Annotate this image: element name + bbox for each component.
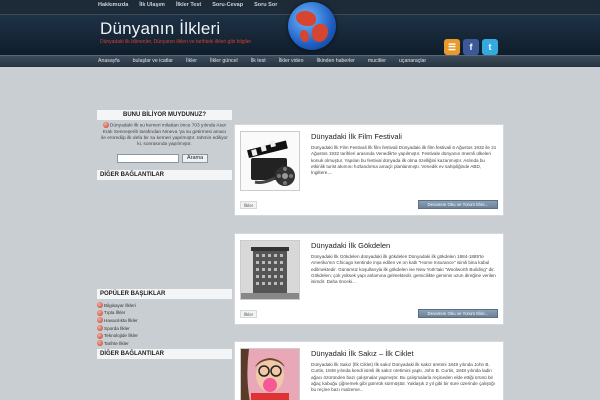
social-icons: ☰ f t [444, 39, 498, 55]
nav-item-video[interactable]: İlkler video [279, 58, 304, 64]
bullet-icon [97, 325, 103, 332]
category-link[interactable]: İlkler [240, 201, 257, 209]
bullet-icon [97, 340, 103, 347]
topnav-item-test[interactable]: İlkler Test [176, 2, 201, 8]
nav-item-news[interactable]: İlkinden haberler [316, 58, 354, 64]
nav-item-aircraft[interactable]: uçanaraçlar [399, 58, 426, 64]
twitter-icon[interactable]: t [482, 39, 498, 55]
quiz-title: BUNU BİLİYOR MUYDUNUZ? [97, 110, 232, 120]
site-tagline: Dünyadaki ilk bilinenler, Dünyanın ilkle… [100, 39, 252, 45]
search-form: Arama [97, 150, 232, 167]
popular-title: POPÜLER BAŞLIKLAR [97, 289, 232, 300]
top-navigation: Hakkımızda İlk Ulaşım İlkler Test Soru-C… [98, 2, 277, 8]
nav-item-firsts[interactable]: İlkler [186, 58, 197, 64]
site-title[interactable]: Dünyanın İlkleri [100, 19, 220, 39]
popular-list: Bilgisayar İlkleri Tıpta İlkler Havacılı… [97, 299, 232, 349]
other-links-title: DİĞER BAĞLANTILAR [97, 170, 232, 181]
nav-item-test[interactable]: İlk test [251, 58, 266, 64]
read-more-button[interactable]: Devamını Oku ve Yorum Ekle... [418, 200, 498, 209]
quiz-text: Dünyadaki ilk su kemeri milattan önce 70… [101, 122, 228, 148]
gum-photo[interactable] [240, 348, 300, 400]
nav-item-home[interactable]: Anasayfa [98, 58, 120, 64]
bullet-icon [97, 309, 103, 316]
list-item[interactable]: Havacılıkta İlkler [97, 317, 232, 325]
post-excerpt: Dünyadaki İlk Gökdelen dünyadaki ilk gök… [311, 254, 496, 285]
globe-logo-icon[interactable] [288, 2, 336, 50]
read-more-button[interactable]: Devamını Oku ve Yorum Ekle... [418, 309, 498, 318]
search-input[interactable] [117, 154, 179, 164]
post-card: Dünyadaki İlk Sakız – İlk Ciklet Dünyada… [234, 341, 504, 400]
list-item[interactable]: Teknolojide İlkler [97, 332, 232, 340]
nav-item-inventions[interactable]: bulaşlar ve icatlar [133, 58, 173, 64]
post-title[interactable]: Dünyadaki İlk Sakız – İlk Ciklet [311, 349, 414, 358]
post-title[interactable]: Dünyadaki İlk Film Festivali [311, 132, 402, 141]
rss-icon[interactable]: ☰ [444, 39, 460, 55]
facebook-icon[interactable]: f [463, 39, 479, 55]
bullet-icon [97, 317, 103, 324]
bullet-icon [97, 332, 103, 339]
post-card: Dünyadaki İlk Film Festivali Dünyadaki İ… [234, 124, 504, 216]
search-button[interactable]: Arama [182, 154, 209, 164]
list-item[interactable]: Bilgisayar İlkleri [97, 301, 232, 309]
sidebar: BUNU BİLİYOR MUYDUNUZ? Dünyadaki ilk su … [97, 107, 232, 360]
list-item[interactable]: Sporda İlkler [97, 324, 232, 332]
topnav-item-about[interactable]: Hakkımızda [98, 2, 128, 8]
bullet-icon [102, 122, 109, 128]
film-reel-icon[interactable] [240, 131, 300, 191]
post-card: Dünyadaki İlk Gökdelen Dünyadaki İlk Gök… [234, 233, 504, 325]
bullet-icon [97, 302, 103, 309]
list-item[interactable]: Tıpta İlkler [97, 309, 232, 317]
post-excerpt: Dünyadaki İlk Film Festivali İlk film fe… [311, 145, 497, 176]
skyscraper-photo[interactable] [240, 240, 300, 300]
list-item[interactable]: Tarihte İlkler [97, 339, 232, 347]
main-navigation: Anasayfa bulaşlar ve icatlar İlkler İlkl… [0, 55, 600, 67]
post-title[interactable]: Dünyadaki İlk Gökdelen [311, 241, 390, 250]
category-link[interactable]: İlkler [240, 310, 257, 318]
topnav-item-ask[interactable]: Soru Sor [254, 2, 277, 8]
other-links-title-2: DİĞER BAĞLANTILAR [97, 349, 232, 360]
post-excerpt: Dünyadaki İlk Sakız (İlk Ciklet) İlk sak… [311, 362, 495, 393]
topnav-item-qa[interactable]: Soru-Cevap [212, 2, 243, 8]
other-links-area [97, 180, 232, 286]
topnav-item-transport[interactable]: İlk Ulaşım [139, 2, 165, 8]
nav-item-inventors[interactable]: mucitler [368, 58, 386, 64]
nav-item-current[interactable]: İlkler güncel [210, 58, 238, 64]
